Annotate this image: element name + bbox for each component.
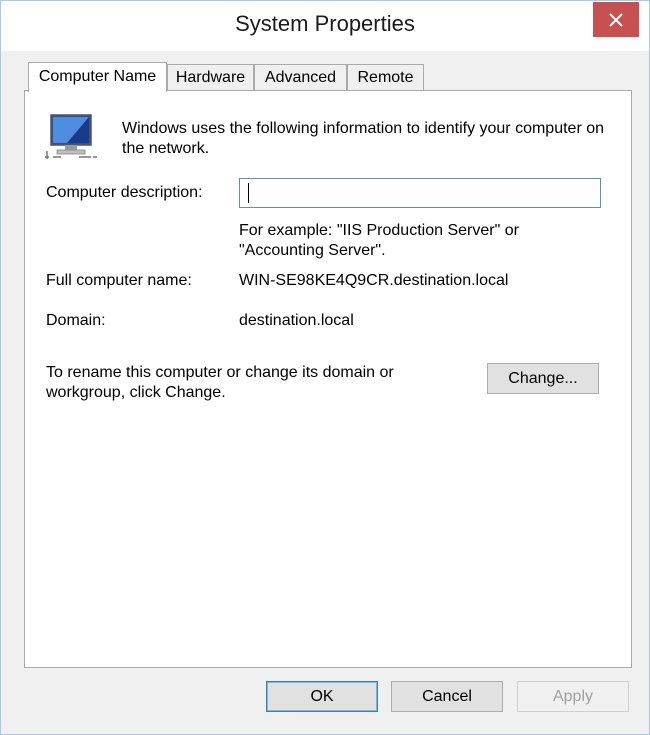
title-bar: System Properties <box>1 1 649 51</box>
apply-button[interactable]: Apply <box>517 681 629 712</box>
ok-button[interactable]: OK <box>266 681 378 712</box>
tab-remote[interactable]: Remote <box>347 64 424 91</box>
change-button[interactable]: Change... <box>487 363 599 394</box>
rename-instructions: To rename this computer or change its do… <box>46 364 394 401</box>
full-name-value: WIN-SE98KE4Q9CR.destination.local <box>239 272 509 289</box>
tab-advanced[interactable]: Advanced <box>254 64 347 91</box>
close-icon <box>609 12 623 27</box>
example-text: For example: "IIS Production Server" or … <box>239 222 519 259</box>
cancel-button[interactable]: Cancel <box>391 681 503 712</box>
tab-computer-name[interactable]: Computer Name <box>28 62 167 92</box>
close-button[interactable] <box>593 2 639 37</box>
description-label: Computer description: <box>46 184 203 201</box>
domain-label: Domain: <box>46 312 106 329</box>
intro-text: Windows uses the following information t… <box>122 120 605 157</box>
description-input[interactable] <box>239 178 601 208</box>
full-name-label: Full computer name: <box>46 272 192 289</box>
tab-hardware[interactable]: Hardware <box>167 64 254 91</box>
computer-network-icon <box>45 114 97 159</box>
system-properties-window: System Properties Computer Name Hardware… <box>0 0 650 735</box>
window-title: System Properties <box>235 11 415 36</box>
domain-value: destination.local <box>239 312 354 329</box>
text-cursor <box>248 183 249 203</box>
